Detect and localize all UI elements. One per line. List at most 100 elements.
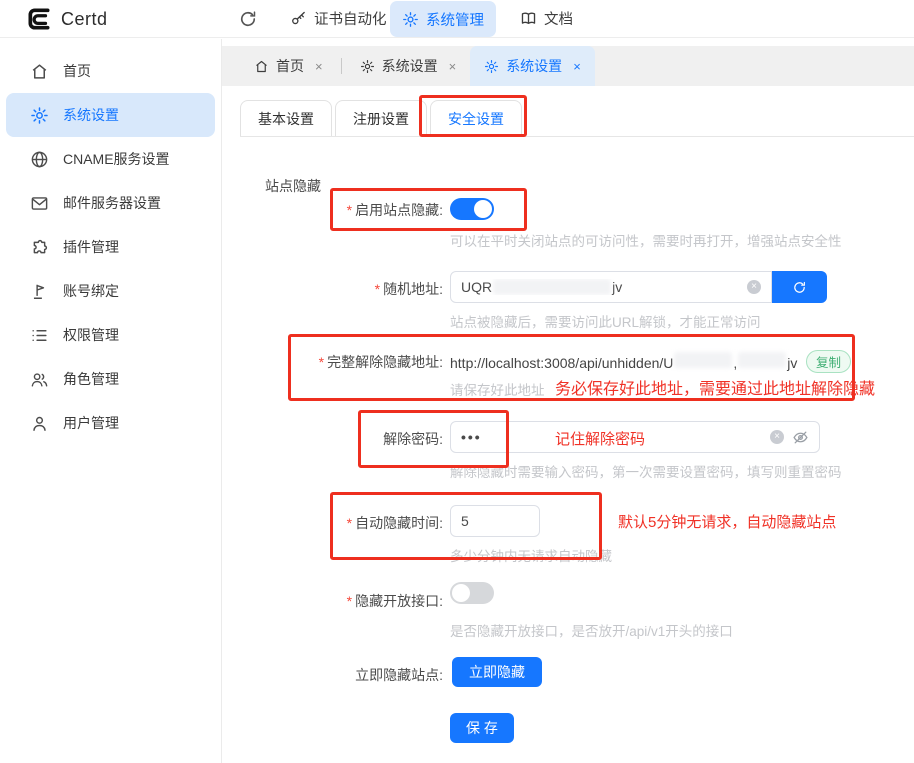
- nav-label: 系统管理: [426, 9, 484, 30]
- regenerate-button[interactable]: [772, 271, 827, 303]
- nav-cert-automation[interactable]: 证书自动化: [278, 0, 399, 37]
- toggle-knob: [452, 584, 470, 602]
- mail-icon: [30, 194, 49, 213]
- annotation-text-remember-password: 记住解除密码: [555, 428, 645, 449]
- close-icon[interactable]: [573, 59, 581, 74]
- sidebar-item-account-binding[interactable]: 账号绑定: [6, 269, 215, 313]
- tab-label: 注册设置: [353, 109, 409, 129]
- full-url-label: 完整解除隐藏地址:: [222, 352, 443, 372]
- full-url-value: http://localhost:3008/api/unhidden/U, jv: [450, 352, 797, 371]
- page-tab-home[interactable]: 首页: [240, 46, 337, 86]
- close-icon[interactable]: [315, 59, 323, 74]
- tabs-underline: [240, 136, 914, 137]
- auto-hide-label: 自动隐藏时间:: [222, 513, 443, 533]
- gear-icon: [484, 59, 499, 74]
- enable-hide-toggle[interactable]: [450, 198, 494, 220]
- gear-icon: [30, 106, 49, 125]
- sidebar-item-cname-service[interactable]: CNAME服务设置: [6, 137, 215, 181]
- sidebar-item-mail-server[interactable]: 邮件服务器设置: [6, 181, 215, 225]
- sidebar-item-user-management[interactable]: 用户管理: [6, 401, 215, 445]
- sidebar-item-label: 首页: [63, 61, 91, 81]
- eye-off-icon[interactable]: [792, 429, 809, 446]
- tab-register-settings[interactable]: 注册设置: [335, 100, 427, 137]
- certd-logo-icon: [26, 6, 52, 32]
- sidebar-item-role-management[interactable]: 角色管理: [6, 357, 215, 401]
- hide-api-help: 是否隐藏开放接口，是否放开/api/v1开头的接口: [450, 620, 733, 640]
- close-icon[interactable]: [449, 59, 457, 74]
- sidebar-item-label: 角色管理: [63, 369, 119, 389]
- app-title: Certd: [61, 9, 108, 30]
- url-mid: ,: [733, 355, 737, 371]
- hide-api-toggle[interactable]: [450, 582, 494, 604]
- clear-icon[interactable]: [770, 430, 784, 444]
- sidebar-item-plugin-management[interactable]: 插件管理: [6, 225, 215, 269]
- clear-icon[interactable]: [747, 280, 761, 294]
- globe-icon: [30, 150, 49, 169]
- home-icon: [30, 62, 49, 81]
- nav-docs[interactable]: 文档: [508, 0, 585, 37]
- password-label: 解除密码:: [222, 429, 443, 449]
- redacted-text: [493, 279, 611, 295]
- tab-label: 基本设置: [258, 109, 314, 129]
- app-header: Certd 证书自动化 系统管理 文档: [0, 0, 914, 38]
- copy-button[interactable]: 复制: [806, 350, 851, 373]
- nav-label: 证书自动化: [314, 8, 387, 29]
- save-button[interactable]: 保 存: [450, 713, 514, 743]
- random-path-input[interactable]: UQR jv: [450, 271, 772, 303]
- tab-divider: [341, 58, 342, 74]
- auto-hide-input[interactable]: 5: [450, 505, 540, 537]
- sidebar-item-label: 系统设置: [63, 105, 119, 125]
- url-prefix: http://localhost:3008/api/unhidden/U: [450, 355, 673, 371]
- sidebar-item-label: 插件管理: [63, 237, 119, 257]
- sidebar-item-label: CNAME服务设置: [63, 149, 170, 169]
- full-url-help: 请保存好此地址: [450, 379, 545, 399]
- sidebar-item-label: 邮件服务器设置: [63, 193, 161, 213]
- input-value-prefix: UQR: [461, 279, 492, 295]
- page-tab-bar: 首页 系统设置 系统设置: [222, 46, 914, 86]
- sidebar-item-system-settings[interactable]: 系统设置: [6, 93, 215, 137]
- users-icon: [30, 370, 49, 389]
- tab-label: 安全设置: [448, 109, 504, 129]
- toggle-knob: [474, 200, 492, 218]
- settings-content: 基本设置 注册设置 安全设置 站点隐藏 启用站点隐藏: 可以在平时关闭站点的可访…: [222, 88, 914, 763]
- auto-hide-value: 5: [461, 513, 529, 529]
- refresh-icon[interactable]: [238, 9, 258, 29]
- hide-now-label: 立即隐藏站点:: [222, 665, 443, 685]
- gear-icon: [360, 59, 375, 74]
- page-tab-system-settings-2[interactable]: 系统设置: [470, 46, 595, 86]
- hide-now-button[interactable]: 立即隐藏: [452, 657, 542, 687]
- flag-icon: [30, 282, 49, 301]
- book-icon: [520, 10, 537, 27]
- app-logo[interactable]: Certd: [26, 6, 108, 32]
- sidebar-item-label: 权限管理: [63, 325, 119, 345]
- page-tab-system-settings-1[interactable]: 系统设置: [346, 46, 471, 86]
- random-path-label: 随机地址:: [222, 279, 443, 299]
- redacted-text: [738, 352, 786, 368]
- hide-api-label: 隐藏开放接口:: [222, 591, 443, 611]
- sidebar-item-home[interactable]: 首页: [6, 49, 215, 93]
- tab-basic-settings[interactable]: 基本设置: [240, 100, 332, 137]
- url-suffix: jv: [787, 355, 797, 371]
- page-tab-label: 系统设置: [382, 56, 438, 76]
- user-icon: [30, 414, 49, 433]
- form-group-title: 站点隐藏: [265, 176, 321, 196]
- settings-tabs: 基本设置 注册设置 安全设置: [240, 100, 522, 137]
- plugin-icon: [30, 238, 49, 257]
- sidebar-item-label: 账号绑定: [63, 281, 119, 301]
- sidebar: 首页 系统设置 CNAME服务设置 邮件服务器设置 插件管理 账号绑定 权限管理…: [0, 39, 222, 763]
- input-value-suffix: jv: [612, 279, 622, 295]
- nav-system-management[interactable]: 系统管理: [390, 1, 496, 37]
- key-icon: [290, 10, 307, 27]
- redacted-text: [674, 352, 732, 368]
- list-icon: [30, 326, 49, 345]
- page-tab-label: 系统设置: [506, 56, 562, 76]
- auto-hide-help: 多少分钟内无请求自动隐藏: [450, 545, 612, 565]
- sidebar-item-permission-management[interactable]: 权限管理: [6, 313, 215, 357]
- sidebar-item-label: 用户管理: [63, 413, 119, 433]
- tab-security-settings[interactable]: 安全设置: [430, 100, 522, 137]
- password-help: 解除隐藏时需要输入密码，第一次需要设置密码，填写则重置密码: [450, 461, 842, 481]
- nav-label: 文档: [544, 8, 573, 29]
- gear-icon: [402, 11, 419, 28]
- refresh-icon: [792, 280, 807, 295]
- page-tab-label: 首页: [276, 56, 304, 76]
